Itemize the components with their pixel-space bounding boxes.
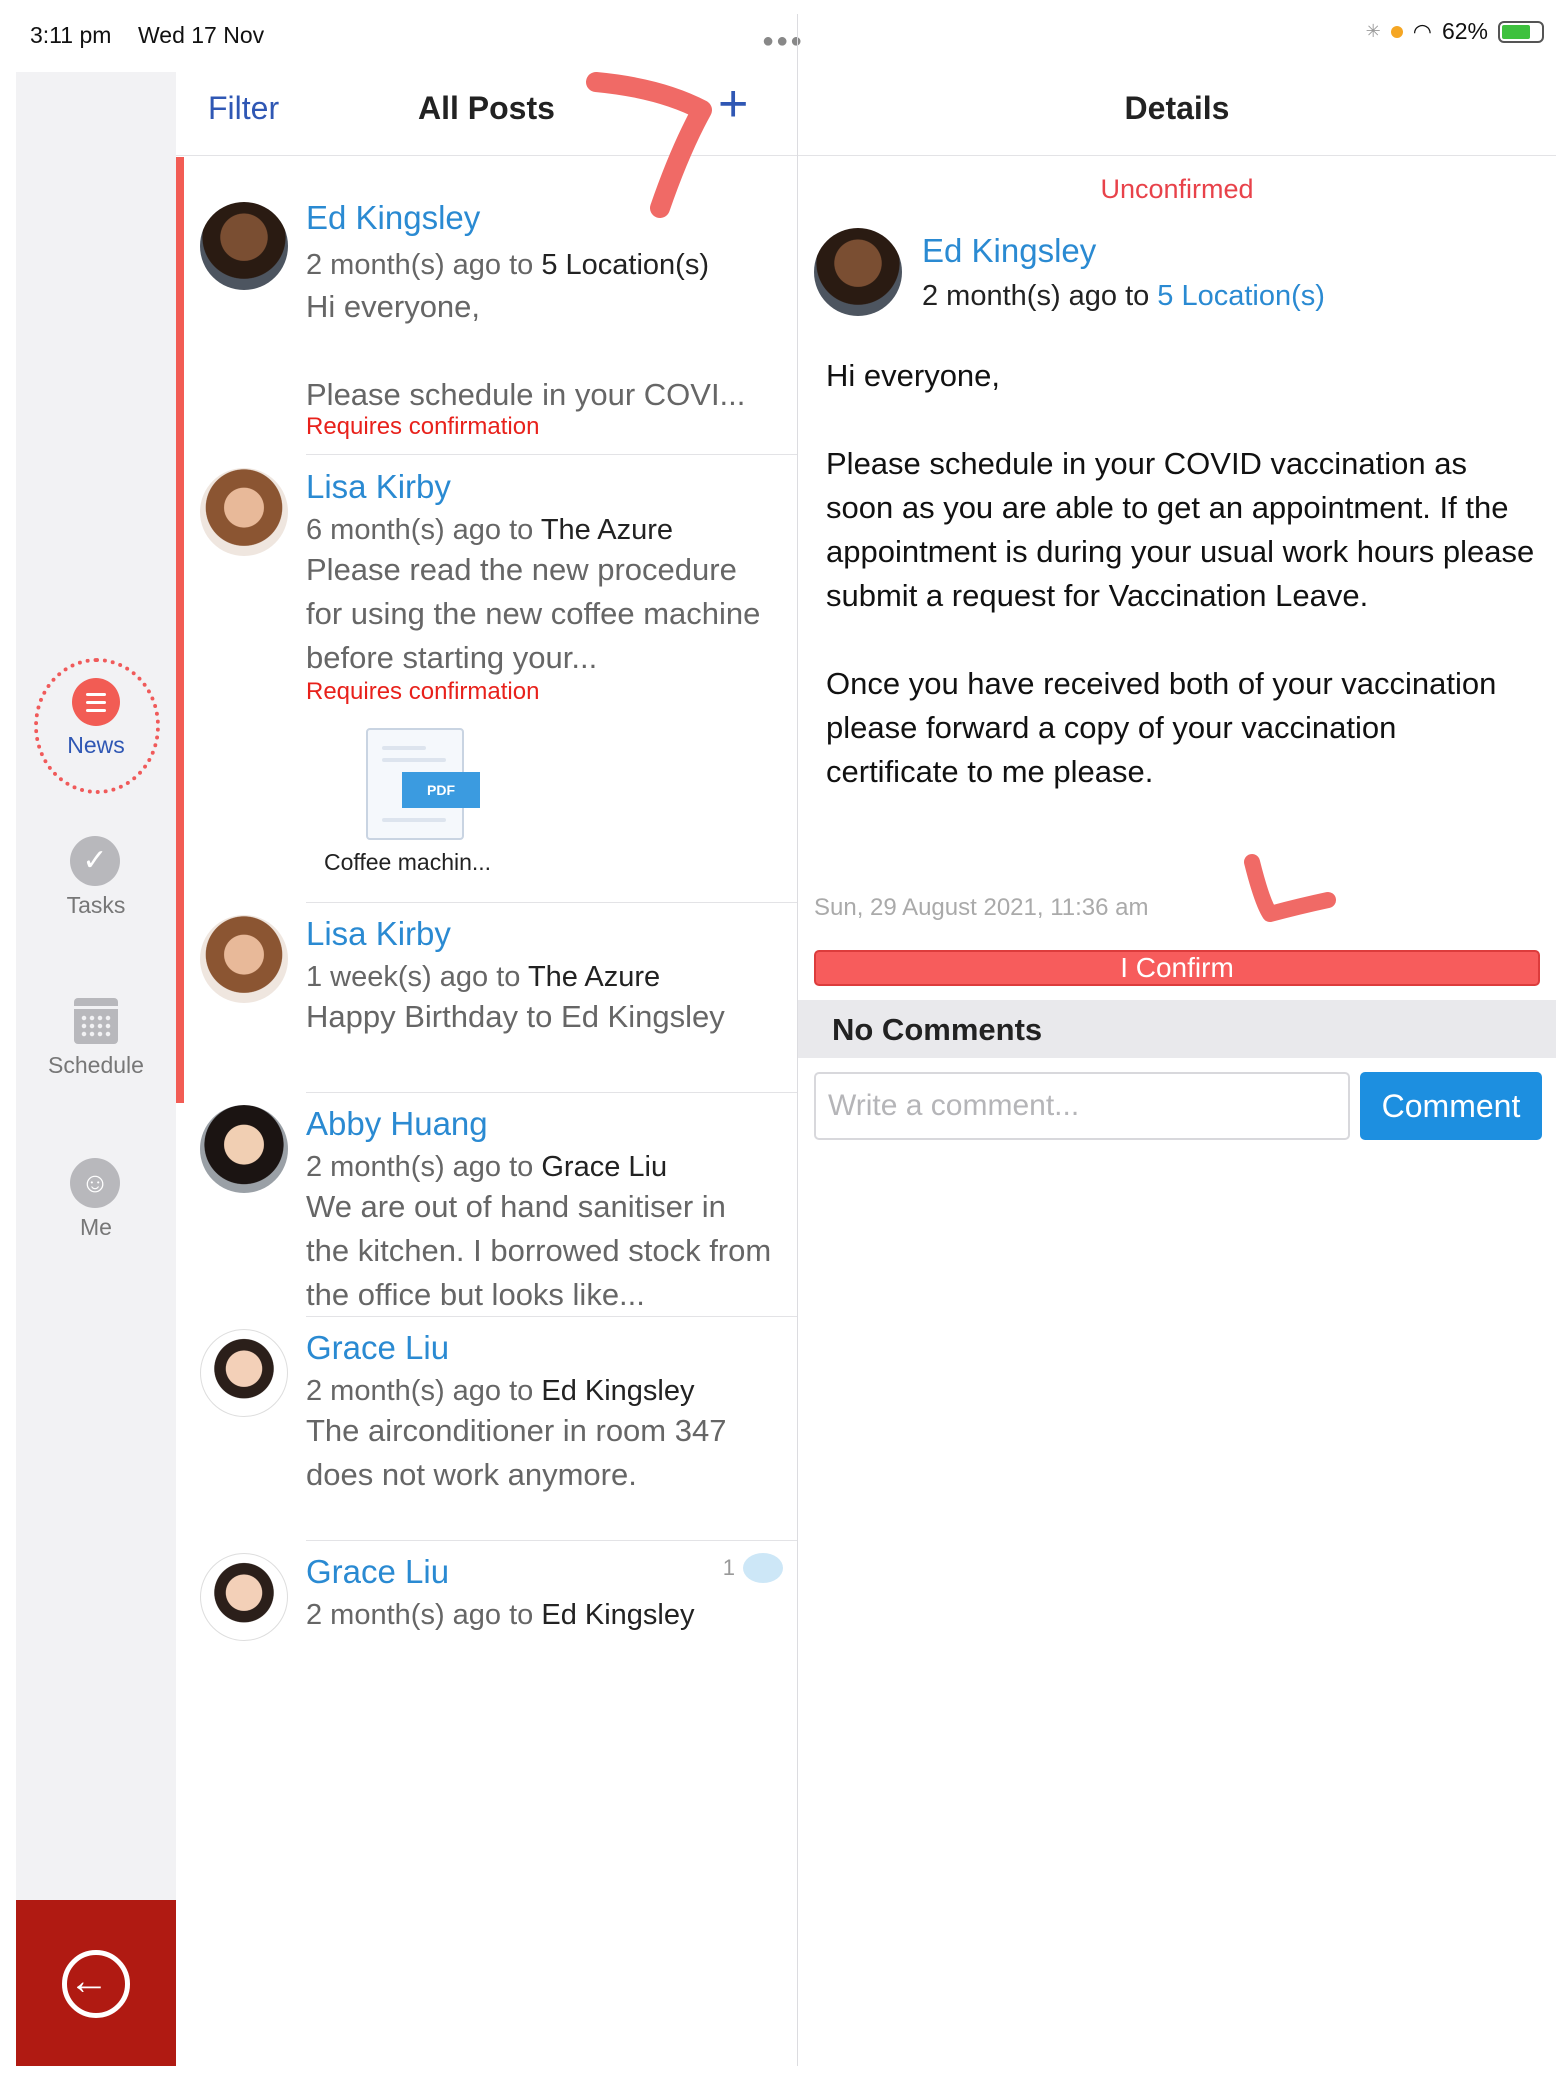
post-meta-time: 2 month(s) ago to	[306, 1151, 534, 1183]
avatar	[814, 228, 902, 316]
details-header: Details	[798, 72, 1556, 156]
nav-item-me[interactable]: Me	[16, 1214, 176, 1241]
post-item[interactable]: Ed Kingsley 2 month(s) ago to 5 Location…	[176, 157, 797, 455]
post-meta: 6 month(s) ago to The Azure	[306, 514, 673, 547]
post-meta: 1 week(s) ago to The Azure	[306, 961, 660, 994]
post-author: Grace Liu	[306, 1553, 450, 1590]
confirmation-status: Unconfirmed	[1100, 174, 1254, 204]
logout-icon	[62, 1950, 130, 2018]
post-meta: 2 month(s) ago to Ed Kingsley	[306, 1599, 695, 1632]
post-target: 5 Location(s)	[541, 249, 710, 281]
post-body: Please read the new procedure for using …	[306, 552, 761, 675]
comment-count[interactable]: 1	[723, 1553, 783, 1583]
post-item[interactable]: Lisa Kirby 6 month(s) ago to The Azure P…	[176, 456, 797, 903]
post-meta-time: 2 month(s) ago to	[306, 249, 534, 281]
status-indicators: ✳ ◠ 62%	[1366, 18, 1544, 45]
post-body: The airconditioner in room 347 does not …	[306, 1413, 727, 1492]
post-target: Ed Kingsley	[541, 1375, 695, 1407]
mic-indicator-icon	[1390, 25, 1403, 38]
posts-title: All Posts	[418, 90, 555, 126]
nav-item-schedule[interactable]: Schedule	[16, 1052, 176, 1079]
nav-rail: News ✓ Tasks Schedule ☺ Me	[16, 72, 176, 2066]
news-icon[interactable]	[72, 678, 120, 726]
post-meta-time: 2 month(s) ago to	[306, 1375, 534, 1407]
post-target: Grace Liu	[541, 1151, 668, 1183]
post-body: We are out of hand sanitiser in the kitc…	[306, 1189, 772, 1312]
detail-target-link[interactable]: 5 Location(s)	[1157, 280, 1325, 312]
detail-meta-time: 2 month(s) ago to	[922, 280, 1150, 312]
post-author: Lisa Kirby	[306, 468, 451, 505]
post-item[interactable]: Lisa Kirby 1 week(s) ago to The Azure Ha…	[176, 903, 797, 1093]
status-bar: 3:11 pm Wed 17 Nov ●●● ✳ ◠ 62%	[0, 0, 1568, 72]
post-target: The Azure	[527, 961, 661, 993]
avatar	[200, 1329, 288, 1417]
posts-list-pane: Filter All Posts + Ed Kingsley 2 month(s…	[176, 72, 797, 2066]
details-pane: Details Unconfirmed Ed Kingsley 2 month(…	[798, 72, 1556, 2066]
post-author: Grace Liu	[306, 1329, 450, 1366]
avatar	[200, 468, 288, 556]
add-post-button[interactable]: +	[718, 78, 748, 130]
post-meta: 2 month(s) ago to 5 Location(s)	[306, 249, 709, 282]
nav-item-news[interactable]: News	[16, 732, 176, 759]
battery-icon	[1498, 20, 1544, 43]
post-author: Ed Kingsley	[306, 199, 481, 236]
posts-header: Filter All Posts +	[176, 72, 797, 156]
avatar	[200, 1553, 288, 1641]
status-time: 3:11 pm	[30, 22, 112, 48]
comment-button[interactable]: Comment	[1360, 1072, 1542, 1140]
avatar	[200, 1105, 288, 1193]
comment-input[interactable]	[814, 1072, 1350, 1140]
tasks-check-icon[interactable]: ✓	[70, 836, 120, 886]
status-date: Wed 17 Nov	[138, 22, 265, 48]
post-author: Lisa Kirby	[306, 915, 451, 952]
divider	[306, 454, 797, 455]
post-body: Hi everyone, Please schedule in your COV…	[306, 289, 746, 412]
post-meta: 2 month(s) ago to Grace Liu	[306, 1151, 667, 1184]
post-target: The Azure	[540, 514, 674, 546]
detail-meta: 2 month(s) ago to 5 Location(s)	[922, 280, 1325, 313]
requires-confirmation-label: Requires confirmation	[306, 413, 540, 440]
attachment-name[interactable]: Coffee machin...	[324, 849, 491, 876]
filter-button[interactable]: Filter	[208, 90, 279, 127]
pdf-badge: PDF	[402, 772, 480, 808]
post-meta: 2 month(s) ago to Ed Kingsley	[306, 1375, 695, 1408]
confirm-button[interactable]: I Confirm	[814, 950, 1540, 986]
post-meta-time: 6 month(s) ago to	[306, 514, 534, 546]
post-item[interactable]: Grace Liu 1 2 month(s) ago to Ed Kingsle…	[176, 1541, 797, 1681]
avatar	[200, 915, 288, 1003]
nav-item-tasks[interactable]: Tasks	[16, 892, 176, 919]
calendar-icon[interactable]	[74, 998, 118, 1044]
comments-heading: No Comments	[832, 1012, 1043, 1047]
post-meta-time: 2 month(s) ago to	[306, 1599, 534, 1631]
post-target: Ed Kingsley	[541, 1599, 695, 1631]
post-author: Abby Huang	[306, 1105, 488, 1142]
comments-header: No Comments	[798, 1000, 1556, 1058]
smiley-icon[interactable]: ☺	[70, 1158, 120, 1208]
post-meta-time: 1 week(s) ago to	[306, 961, 521, 993]
post-item[interactable]: Abby Huang 2 month(s) ago to Grace Liu W…	[176, 1093, 797, 1317]
avatar	[200, 202, 288, 290]
activity-icon: ✳	[1365, 21, 1381, 41]
battery-percent: 62%	[1441, 18, 1488, 44]
detail-author[interactable]: Ed Kingsley	[922, 232, 1096, 270]
requires-confirmation-label: Requires confirmation	[306, 678, 540, 705]
post-item[interactable]: Grace Liu 2 month(s) ago to Ed Kingsley …	[176, 1317, 797, 1541]
detail-body: Hi everyone, Please schedule in your COV…	[826, 358, 1535, 789]
wifi-icon: ◠	[1412, 18, 1432, 44]
logout-button[interactable]	[16, 1900, 176, 2066]
details-title: Details	[1124, 90, 1230, 126]
comment-count-number: 1	[722, 1555, 735, 1580]
pdf-file-icon[interactable]: PDF	[366, 728, 480, 840]
speech-bubble-icon	[743, 1553, 783, 1583]
post-body: Happy Birthday to Ed Kingsley	[306, 999, 725, 1034]
detail-date: Sun, 29 August 2021, 11:36 am	[814, 894, 1149, 921]
